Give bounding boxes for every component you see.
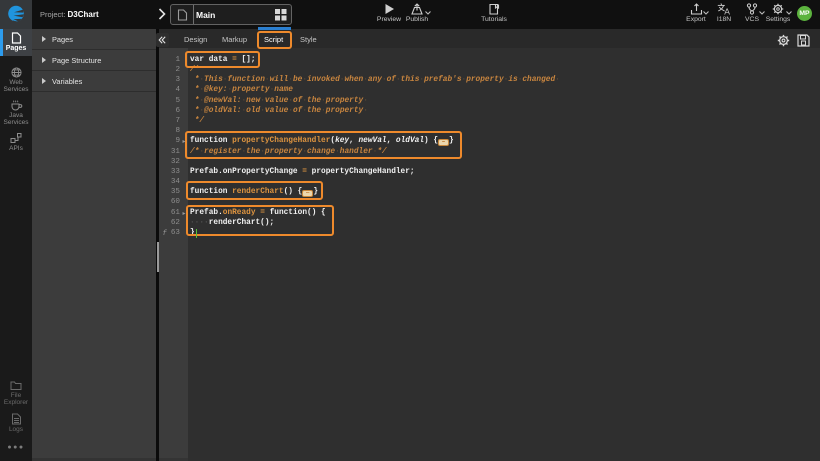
svg-text:A: A [724, 7, 730, 16]
